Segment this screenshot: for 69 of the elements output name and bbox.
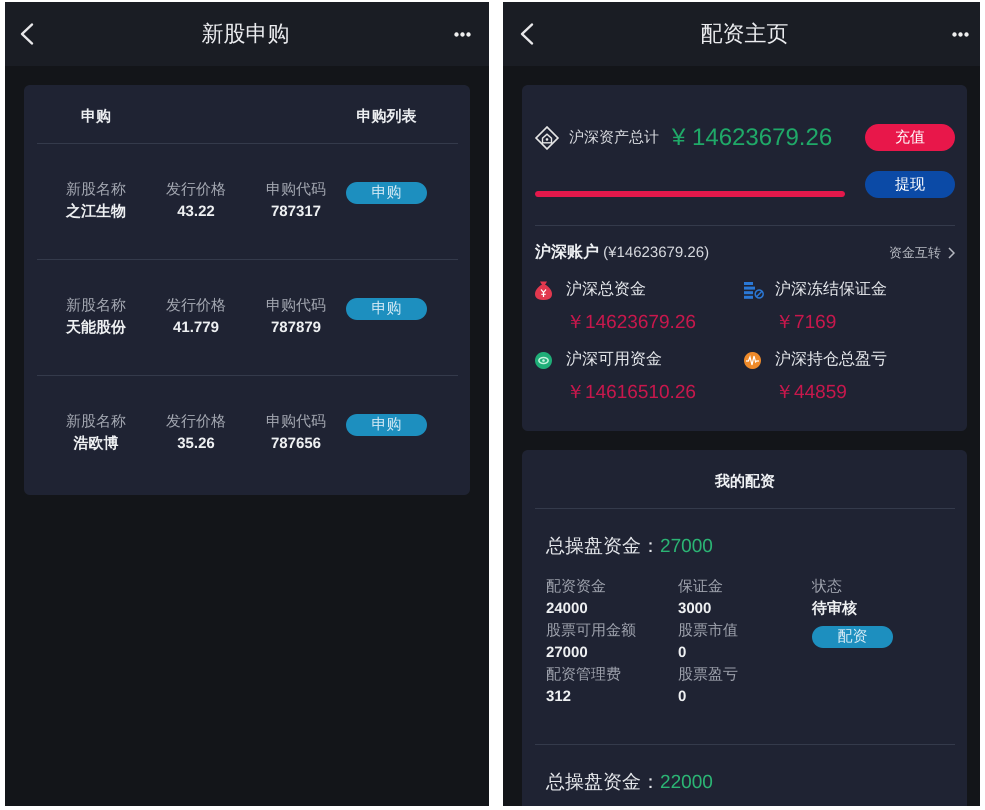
subscribe-button[interactable]: 申购 [346,298,427,320]
field-label: 配资管理费 [546,665,621,685]
stock-name: 浩欧博 [74,434,118,454]
asset-total-label: 沪深资产总计 [569,128,659,147]
field-value: 0 [678,687,686,707]
stock-name: 之江生物 [66,202,126,222]
subscription-code: 787317 [270,202,322,222]
total-amount: 27000 [660,535,713,559]
issue-price: 35.26 [177,434,215,454]
financing-button[interactable]: 配资 [812,626,893,648]
field-value: 0 [678,643,686,663]
screen-title: 新股申购 [202,20,290,48]
total-amount: 22000 [660,771,713,795]
subscription-code: 787879 [270,318,322,338]
subscribe-button[interactable]: 申购 [346,414,427,436]
field-value: 27000 [546,643,588,663]
field-value: 312 [546,687,572,707]
pulse-icon [744,352,761,368]
field-label: 股票盈亏 [678,665,738,685]
field-label: 保证金 [678,577,723,597]
transfer-link[interactable]: 资金互转 [889,243,955,263]
subscribe-button[interactable]: 申购 [346,182,427,204]
field-label: 发行价格 [166,412,226,432]
metric-label: 沪深可用资金 [566,350,662,370]
field-label: 股票可用金额 [546,621,636,641]
field-value: 24000 [546,599,588,619]
field-label: 发行价格 [166,296,226,316]
field-label: 申购代码 [266,180,326,200]
back-icon[interactable] [20,23,34,45]
field-label: 发行价格 [166,180,226,200]
issue-price: 41.779 [173,318,219,338]
metric-label: 沪深冻结保证金 [775,280,887,300]
field-label: 申购代码 [266,296,326,316]
chevron-right-icon [948,247,955,259]
metric-amount: ￥14623679.26 [566,311,696,335]
field-label: 配资资金 [546,577,606,597]
metric-amount: ￥7169 [775,311,836,335]
field-label: 股票市值 [678,621,738,641]
field-label: 新股名称 [66,180,126,200]
list-title: 申购列表 [356,107,416,127]
eye-icon [535,352,552,368]
asset-total-amount: ¥ 14623679.26 [672,124,832,152]
metric-amount: ￥44859 [775,381,847,405]
field-label: 新股名称 [66,296,126,316]
section-title: 申购 [81,107,111,127]
list-icon [744,282,764,298]
more-icon[interactable] [454,32,471,36]
recharge-button[interactable]: 充值 [865,124,955,151]
field-label: 新股名称 [66,412,126,432]
diamond-house-icon [535,126,559,150]
money-bag-icon [535,280,552,300]
status-value: 待审核 [812,599,857,619]
field-value: 3000 [678,599,712,619]
metric-label: 沪深总资金 [566,280,646,300]
account-summary: 沪深账户 (¥14623679.26) [535,243,710,263]
stock-name: 天能股份 [66,318,126,338]
metric-amount: ￥14616510.26 [566,381,696,405]
total-label: 总操盘资金： [546,535,660,559]
more-icon[interactable] [952,32,969,36]
issue-price: 43.22 [177,202,215,222]
subscription-code: 787656 [270,434,322,454]
status-label: 状态 [812,577,842,597]
withdraw-button[interactable]: 提现 [865,171,955,198]
card-title: 我的配资 [715,473,775,490]
metric-label: 沪深持仓总盈亏 [775,350,887,370]
field-label: 申购代码 [266,412,326,432]
screen-title: 配资主页 [700,20,788,48]
back-icon[interactable] [520,23,534,45]
total-label: 总操盘资金： [546,771,660,795]
